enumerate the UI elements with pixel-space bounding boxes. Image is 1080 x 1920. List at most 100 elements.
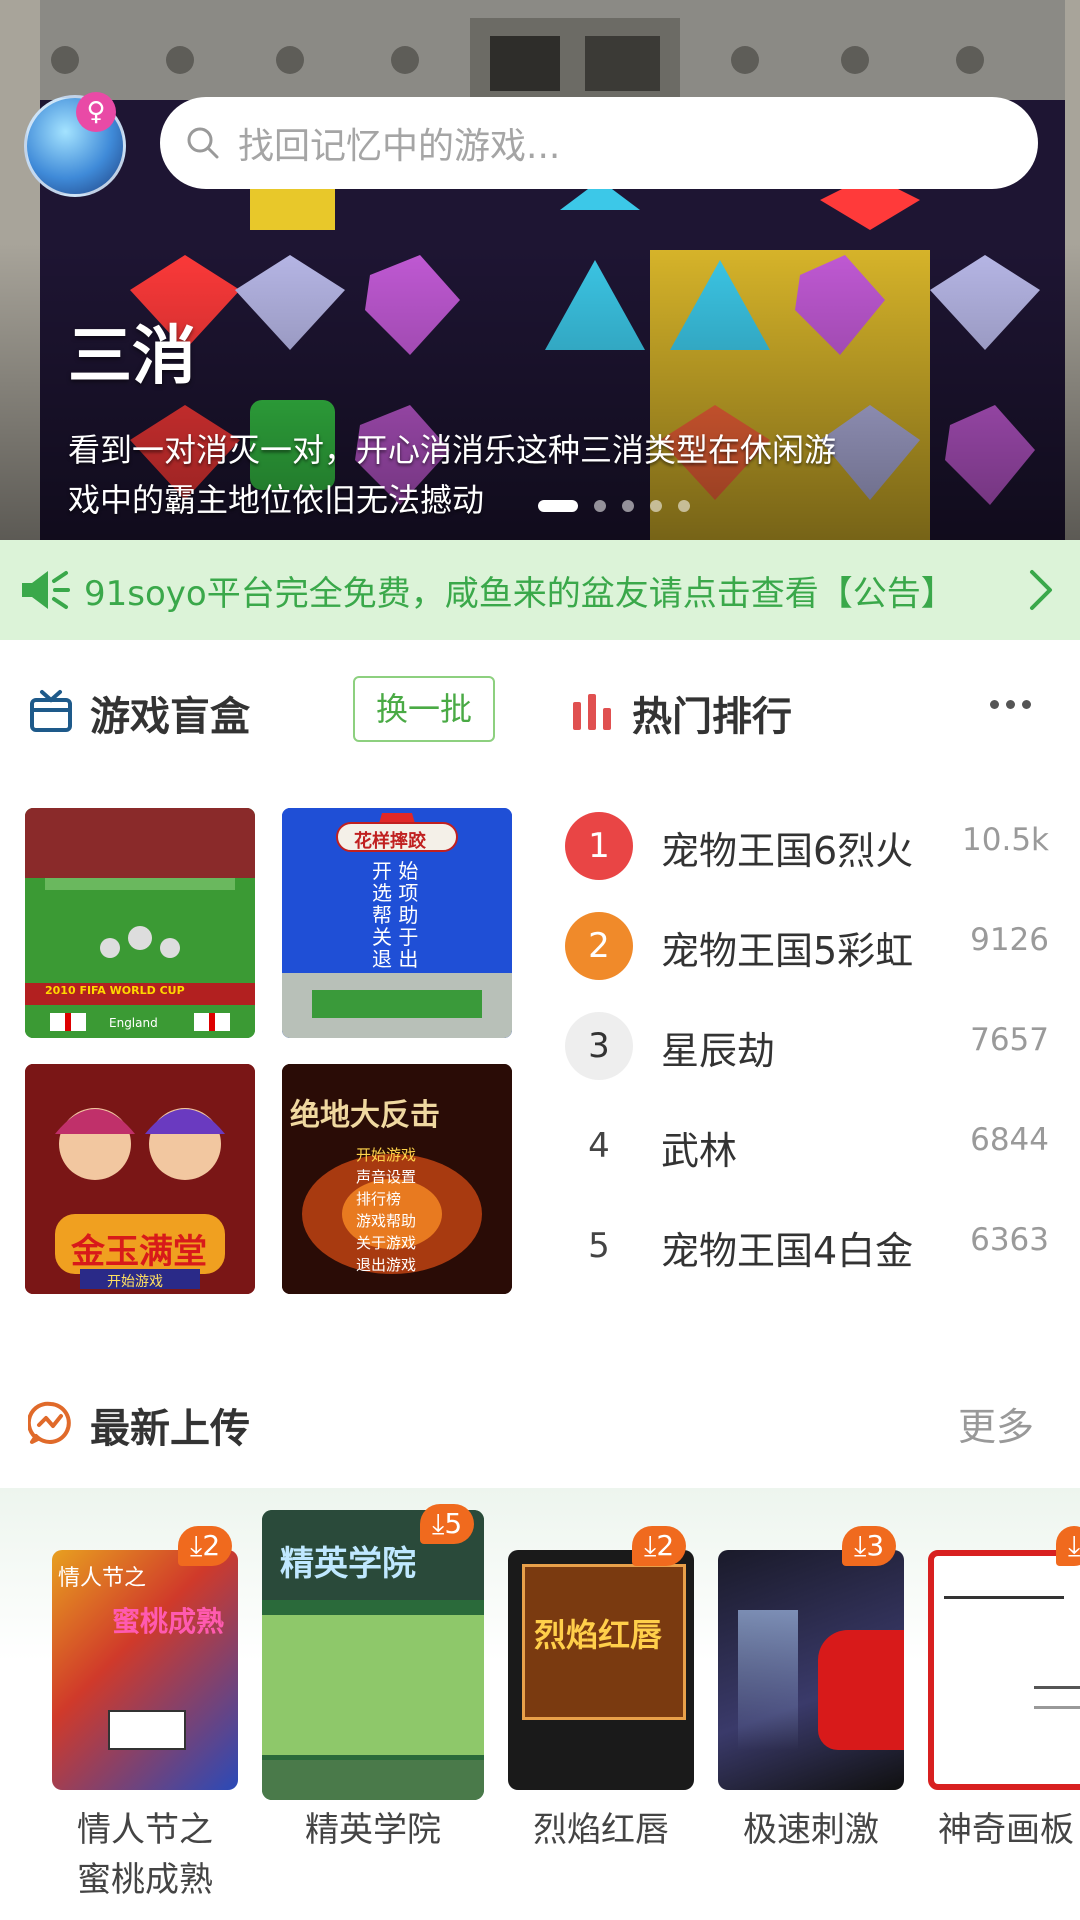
cover-light <box>738 1610 798 1750</box>
blind-box-game-tile[interactable]: 2010 FIFA WORLD CUP England <box>25 808 255 1038</box>
search-placeholder: 找回记忆中的游戏... <box>238 126 561 167</box>
announcement-bar[interactable]: 91soyo平台完全免费，咸鱼来的盆友请点击查看【公告】 <box>0 540 1080 640</box>
game-thumbnail <box>25 808 255 1038</box>
tile-caption: 2010 FIFA WORLD CUP <box>45 984 185 997</box>
rank-item[interactable]: 1 宠物王国6烈火 10.5k <box>565 806 1055 886</box>
tile-menu-item: 选 项 <box>372 881 419 905</box>
rank-game-name: 宠物王国5彩虹 <box>661 929 914 973</box>
carousel-dot[interactable] <box>678 500 690 512</box>
cover-field <box>262 1615 484 1755</box>
cover-menu-line <box>944 1596 1064 1599</box>
carousel-dot[interactable] <box>622 500 634 512</box>
rank-item[interactable]: 2 宠物王国5彩虹 9126 <box>565 906 1055 986</box>
tile-menu-item: 退出游戏 <box>356 1256 417 1274</box>
hero-banner[interactable]: 三消 看到一对消灭一对，开心消消乐这种三消类型在休闲游戏中的霸主地位依旧无法撼动 <box>0 0 1080 540</box>
rank-game-name: 宠物王国6烈火 <box>661 829 914 873</box>
download-badge: ⤓ <box>1056 1526 1080 1566</box>
tile-caption: 绝地大反击 <box>290 1098 440 1133</box>
blind-box-game-tile[interactable]: 花样摔跤 开 始 选 项 帮 助 关 于 退 出 <box>282 808 512 1038</box>
carousel-dot[interactable] <box>594 500 606 512</box>
game-cover <box>928 1550 1080 1790</box>
chevron-right-icon[interactable] <box>1026 568 1056 612</box>
rank-number: 2 <box>565 912 633 980</box>
rank-item[interactable]: 5 宠物王国4白金 6363 <box>565 1206 1055 1286</box>
download-badge: ⤓3 <box>842 1526 897 1566</box>
rank-play-count: 6844 <box>970 1122 1049 1158</box>
upload-card[interactable]: ⤓ 神奇画板 <box>928 1510 1080 1920</box>
upload-name-line: 蜜桃成熟 <box>77 1860 213 1900</box>
download-badge: ⤓5 <box>420 1504 475 1544</box>
tile-caption: 花样摔跤 <box>354 831 426 852</box>
banner-description: 看到一对消灭一对，开心消消乐这种三消类型在休闲游戏中的霸主地位依旧无法撼动 <box>68 431 837 519</box>
rank-game-name: 武林 <box>661 1129 738 1173</box>
rank-play-count: 10.5k <box>962 822 1049 858</box>
upload-card[interactable]: ⤓3 极速刺激 <box>718 1510 904 1920</box>
carousel-indicator[interactable] <box>538 500 690 512</box>
tile-menu: 开始游戏 声音设置 排行榜 游戏帮助 关于游戏 退出游戏 <box>356 1144 416 1276</box>
game-cover <box>718 1550 904 1790</box>
search-bar[interactable]: 找回记忆中的游戏... <box>160 97 1038 189</box>
upload-card[interactable]: 情人节之 蜜桃成熟 ⤓2 情人节之 蜜桃成熟 <box>52 1510 238 1920</box>
megaphone-icon <box>22 571 70 609</box>
upload-game-name: 情人节之 蜜桃成熟 <box>42 1805 248 1905</box>
female-icon: ♀ <box>76 92 116 132</box>
tile-subcaption: England <box>109 1016 158 1030</box>
tile-menu-item: 关于游戏 <box>356 1234 417 1252</box>
download-count: 3 <box>866 1529 885 1562</box>
download-count: 2 <box>656 1529 675 1562</box>
tile-menu-item: 开始游戏 <box>356 1146 417 1164</box>
rank-item[interactable]: 4 武林 6844 <box>565 1106 1055 1186</box>
download-count: 5 <box>444 1507 463 1540</box>
rank-play-count: 6363 <box>970 1222 1049 1258</box>
cover-footer <box>262 1760 484 1800</box>
rank-play-count: 7657 <box>970 1022 1049 1058</box>
download-badge: ⤓2 <box>178 1526 233 1566</box>
upload-card[interactable]: 精英学院 ⤓5 精英学院 <box>262 1504 484 1920</box>
rank-game-name: 宠物王国4白金 <box>661 1229 914 1273</box>
upload-game-name: 极速刺激 <box>743 1810 879 1850</box>
blind-box-game-tile[interactable]: 绝地大反击 开始游戏 声音设置 排行榜 游戏帮助 关于游戏 退出游戏 <box>282 1064 512 1294</box>
tile-menu-item: 排行榜 <box>356 1190 402 1208</box>
rank-number: 4 <box>588 1126 610 1166</box>
tile-menu-item: 声音设置 <box>356 1168 417 1186</box>
upload-card[interactable]: 烈焰红唇 ⤓2 烈焰红唇 <box>508 1510 694 1920</box>
cover-menu-line <box>1034 1706 1080 1709</box>
rank-game-name: 星辰劫 <box>661 1029 776 1073</box>
upload-game-name: 烈焰红唇 <box>533 1810 669 1850</box>
announcement-text: 91soyo平台完全免费，咸鱼来的盆友请点击查看【公告】 <box>84 573 955 614</box>
more-link[interactable]: 更多 <box>958 1396 1034 1451</box>
gift-box-icon <box>30 690 72 732</box>
blind-box-game-tile[interactable]: 金玉满堂 开始游戏 <box>25 1064 255 1294</box>
tile-subcaption: 开始游戏 <box>107 1274 163 1290</box>
game-cover: 情人节之 蜜桃成熟 <box>52 1550 238 1790</box>
tile-menu-item: 退 出 <box>372 947 419 971</box>
search-icon <box>187 127 219 159</box>
cover-start-label <box>108 1710 186 1750</box>
game-cover: 精英学院 <box>262 1510 484 1800</box>
rank-number: 5 <box>588 1226 610 1266</box>
bar-chart-icon <box>573 694 611 730</box>
upload-name-line: 情人节之 <box>77 1810 213 1850</box>
upload-game-name: 精英学院 <box>305 1810 441 1850</box>
more-options-icon[interactable] <box>990 700 1031 709</box>
rank-item[interactable]: 3 星辰劫 7657 <box>565 1006 1055 1086</box>
cover-text: 精英学院 <box>280 1544 416 1584</box>
newest-uploads-title: 最新上传 <box>90 1406 250 1452</box>
carousel-dot[interactable] <box>538 500 578 512</box>
upload-game-name: 神奇画板 <box>938 1810 1074 1850</box>
rank-play-count: 9126 <box>970 922 1049 958</box>
rank-number: 3 <box>565 1012 633 1080</box>
cover-text: 蜜桃成熟 <box>112 1605 225 1638</box>
hot-rank-title: 热门排行 <box>632 694 792 740</box>
tile-menu-item: 开 始 <box>372 859 419 883</box>
game-cover: 烈焰红唇 <box>508 1550 694 1790</box>
cover-text: 烈焰红唇 <box>534 1616 663 1654</box>
tile-menu-item: 帮 助 <box>372 903 419 927</box>
rank-number: 1 <box>565 812 633 880</box>
blind-box-title: 游戏盲盒 <box>90 694 250 740</box>
download-count: 2 <box>202 1529 221 1562</box>
refresh-batch-button[interactable]: 换一批 <box>353 676 495 742</box>
cover-text: 情人节之 <box>58 1566 147 1591</box>
carousel-dot[interactable] <box>650 500 662 512</box>
tile-menu-item: 游戏帮助 <box>356 1212 417 1230</box>
